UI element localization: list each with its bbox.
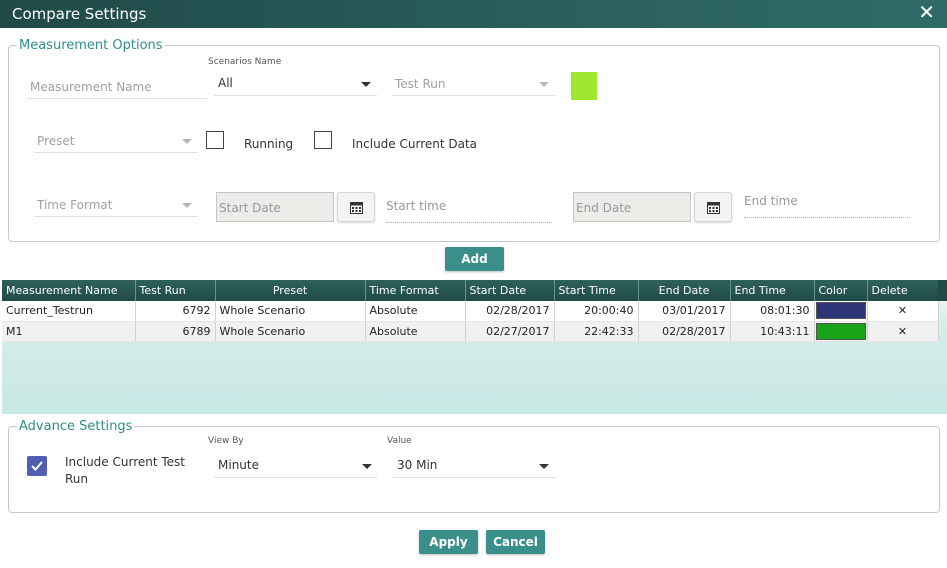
start-date-calendar-button[interactable] [337,192,375,222]
test-run-select[interactable]: Test Run [392,72,555,96]
cell-preset: Whole Scenario [215,301,366,322]
color-swatch[interactable] [815,322,866,340]
include-current-data-checkbox[interactable] [314,131,332,149]
title-bar: Compare Settings ✕ [0,0,947,28]
delete-icon[interactable]: ✕ [867,301,939,322]
column-header[interactable]: Color [814,280,868,301]
value-value: 30 Min [397,458,438,472]
table-row[interactable]: M1 6789 Whole Scenario Absolute 02/27/20… [2,321,939,342]
chevron-down-icon [361,82,371,87]
preset-select[interactable]: Preset [34,129,198,153]
column-header[interactable]: Start Date [465,280,555,301]
column-header[interactable]: End Time [730,280,815,301]
end-date-input[interactable]: End Date [573,192,691,222]
add-button[interactable]: Add [445,247,504,271]
color-swatch[interactable] [815,302,866,320]
time-format-select[interactable]: Time Format [34,193,198,217]
column-header[interactable]: Test Run [135,280,216,301]
dialog-title: Compare Settings [12,5,147,23]
start-date-placeholder: Start Date [219,201,281,215]
cancel-button[interactable]: Cancel [486,530,545,554]
start-time-placeholder: Start time [386,199,447,213]
color-picker-swatch[interactable] [571,72,597,100]
calendar-icon [350,202,363,214]
preset-placeholder: Preset [37,134,75,148]
running-checkbox[interactable] [206,131,224,149]
compare-settings-dialog: Compare Settings ✕ Measurement Options M… [0,0,947,568]
cell-test-run: 6789 [135,321,216,342]
cell-test-run: 6792 [135,301,216,322]
end-date-placeholder: End Date [576,201,632,215]
measurement-options-legend: Measurement Options [19,38,163,53]
include-current-test-run-label: Include Current Test Run [65,454,185,488]
chevron-down-icon [182,139,192,144]
column-header[interactable]: Time Format [365,280,466,301]
cell-start-time: 22:42:33 [554,321,639,342]
delete-icon[interactable]: ✕ [867,321,939,342]
cell-start-date: 02/28/2017 [465,301,555,322]
time-format-placeholder: Time Format [37,198,113,212]
scenarios-select[interactable]: All [214,72,377,96]
checkmark-icon [31,461,43,471]
chevron-down-icon [182,203,192,208]
close-icon[interactable]: ✕ [918,3,935,23]
table-scrollbar[interactable] [938,280,947,301]
cell-end-time: 08:01:30 [730,301,815,322]
cell-end-date: 03/01/2017 [638,301,731,322]
view-by-select[interactable]: Minute [214,454,378,478]
chevron-down-icon [539,82,549,87]
column-header[interactable]: End Date [638,280,731,301]
cell-end-time: 10:43:11 [730,321,815,342]
chevron-down-icon [362,464,372,469]
chevron-down-icon [539,464,549,469]
calendar-icon [707,202,720,214]
running-label: Running [244,137,294,151]
apply-button[interactable]: Apply [419,530,478,554]
column-header[interactable]: Preset [215,280,366,301]
end-time-placeholder: End time [744,194,798,208]
cell-end-date: 02/28/2017 [638,321,731,342]
column-header[interactable]: Measurement Name [2,280,136,301]
cell-preset: Whole Scenario [215,321,366,342]
end-time-input[interactable]: End time [744,192,910,218]
view-by-value: Minute [218,458,259,472]
scenarios-value: All [218,76,233,90]
include-current-test-run-line2: Run [65,472,89,486]
include-current-test-run-line1: Include Current Test [65,455,186,469]
cell-time-format: Absolute [365,301,466,322]
measurement-name-input[interactable]: Measurement Name [27,75,207,99]
cell-measurement-name: M1 [2,321,136,342]
test-run-placeholder: Test Run [395,77,446,91]
start-date-input[interactable]: Start Date [216,192,334,222]
cell-start-date: 02/27/2017 [465,321,555,342]
cell-measurement-name: Current_Testrun [2,301,136,322]
column-header[interactable]: Delete [867,280,939,301]
value-label: Value [387,436,412,446]
include-current-data-label: Include Current Data [352,137,478,151]
include-current-test-run-checkbox[interactable] [27,456,47,476]
scenarios-label: Scenarios Name [208,57,282,67]
cell-color[interactable] [814,321,868,342]
table-row[interactable]: Current_Testrun 6792 Whole Scenario Abso… [2,301,939,322]
table-header-row: Measurement Name Test Run Preset Time Fo… [2,280,939,301]
start-time-input[interactable]: Start time [386,197,552,223]
advance-settings-legend: Advance Settings [19,419,133,434]
end-date-calendar-button[interactable] [694,192,732,222]
column-header[interactable]: Start Time [554,280,639,301]
view-by-label: View By [208,436,244,446]
cell-color[interactable] [814,301,868,322]
cell-time-format: Absolute [365,321,466,342]
measurement-name-placeholder: Measurement Name [30,80,152,94]
measurement-table: Measurement Name Test Run Preset Time Fo… [2,280,947,414]
value-select[interactable]: 30 Min [393,454,555,478]
cell-start-time: 20:00:40 [554,301,639,322]
